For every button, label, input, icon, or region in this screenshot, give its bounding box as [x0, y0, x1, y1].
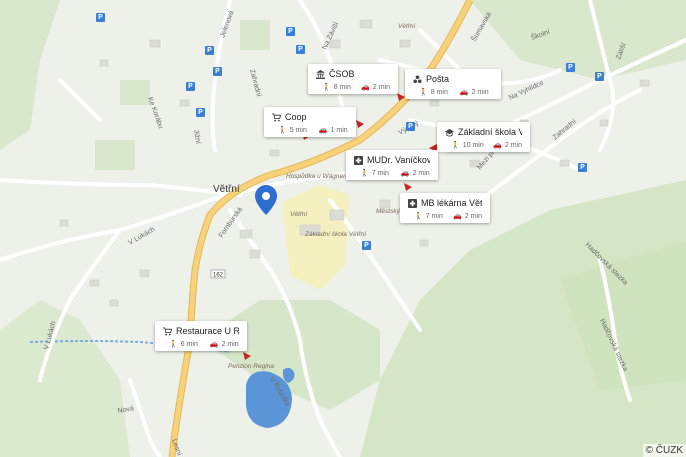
- parking-icon[interactable]: P: [196, 108, 205, 117]
- pointer-arrow-icon: [404, 183, 412, 191]
- parking-icon[interactable]: P: [205, 46, 214, 55]
- parking-icon[interactable]: P: [566, 63, 575, 72]
- walk-time: 8 min: [430, 88, 448, 96]
- walk-time: 7 min: [371, 169, 389, 177]
- poi-hospudka: Hospůdka u Wágnera: [286, 172, 349, 180]
- drive-time: 1 min: [330, 126, 348, 134]
- walk-time: 10 min: [462, 141, 484, 149]
- card-lekarna[interactable]: MB lékárna Větřní 🚶 7 min 🚗 2 min: [400, 193, 490, 223]
- poi-vetrni-sm: Větřní: [290, 211, 309, 218]
- parking-icon[interactable]: P: [213, 67, 222, 76]
- poi-ic: Větřní: [398, 23, 417, 30]
- bank-icon: [316, 69, 325, 79]
- parking-icon[interactable]: P: [595, 72, 604, 81]
- card-title: ČSOB: [329, 69, 355, 79]
- card-title: Základní škola Vě...: [458, 127, 522, 137]
- cart-icon: [163, 326, 172, 336]
- walk-icon: 🚶: [169, 341, 178, 348]
- car-icon: 🚗: [209, 341, 219, 348]
- card-posta[interactable]: Pošta 🚶 8 min 🚗 2 min: [405, 69, 501, 99]
- school-icon: [445, 128, 454, 137]
- walk-time: 5 min: [289, 126, 307, 134]
- poi-zs: Základní škola Větřní: [304, 231, 367, 238]
- car-icon: 🚗: [493, 142, 502, 149]
- green-patch: [240, 20, 270, 50]
- medical-icon: [408, 198, 417, 208]
- map-view[interactable]: Jelenová Na Záviší Šumavská Školní Na Vy…: [0, 0, 686, 457]
- walk-icon: 🚶: [322, 84, 331, 91]
- car-icon: 🚗: [459, 89, 469, 96]
- drive-time: 2 min: [221, 340, 239, 348]
- card-title: Pošta: [426, 74, 450, 84]
- cart-icon: [272, 112, 281, 122]
- card-mudr[interactable]: MUDr. Vaníčková ... 🚶 7 min 🚗 2 min: [346, 150, 438, 180]
- poi-penzion: Penzion Regina: [228, 363, 274, 370]
- drive-time: 2 min: [464, 212, 482, 220]
- drive-time: 2 min: [504, 141, 522, 149]
- medical-icon: [354, 155, 363, 165]
- car-icon: 🚗: [361, 84, 370, 91]
- card-title: Coop: [285, 112, 307, 122]
- parking-icon[interactable]: P: [286, 27, 295, 36]
- parking-icon[interactable]: P: [296, 45, 305, 54]
- car-icon: 🚗: [453, 213, 462, 220]
- walk-time: 6 min: [180, 340, 198, 348]
- walk-icon: 🚶: [278, 127, 287, 134]
- green-patch: [95, 140, 135, 170]
- drive-time: 2 min: [412, 169, 430, 177]
- parking-icon[interactable]: P: [186, 82, 195, 91]
- card-title: MB lékárna Větřní: [421, 198, 482, 208]
- pointer-arrow-icon: [243, 352, 251, 360]
- card-restaurace[interactable]: Restaurace U Reg... 🚶 6 min 🚗 2 min: [155, 321, 247, 351]
- drive-time: 2 min: [471, 88, 489, 96]
- parking-icon[interactable]: P: [96, 13, 105, 22]
- town-label: Větřní: [213, 184, 240, 195]
- card-title: MUDr. Vaníčková ...: [367, 155, 430, 165]
- pointer-arrow-icon: [397, 93, 405, 101]
- walk-icon: 🚶: [419, 89, 428, 96]
- card-title: Restaurace U Reg...: [176, 326, 239, 336]
- walk-icon: 🚶: [414, 213, 423, 220]
- location-pin-icon[interactable]: [255, 185, 277, 215]
- drive-time: 2 min: [372, 83, 390, 91]
- pointer-arrow-icon: [356, 120, 364, 128]
- green-patch: [120, 80, 150, 105]
- road-shield-label: 162: [213, 273, 224, 279]
- post-icon: [413, 74, 422, 83]
- copyright-label: © ČUZK: [642, 444, 686, 457]
- walk-icon: 🚶: [360, 170, 369, 177]
- card-zs[interactable]: Základní škola Vě... 🚶 10 min 🚗 2 min: [437, 122, 530, 152]
- parking-icon[interactable]: P: [362, 241, 371, 250]
- card-coop[interactable]: Coop 🚶 5 min 🚗 1 min: [264, 107, 356, 137]
- parking-icon[interactable]: P: [578, 163, 587, 172]
- walk-time: 8 min: [333, 83, 351, 91]
- walk-icon: 🚶: [451, 142, 460, 149]
- card-csob[interactable]: ČSOB 🚶 8 min 🚗 2 min: [308, 64, 398, 94]
- car-icon: 🚗: [400, 170, 410, 177]
- parking-icon[interactable]: P: [406, 122, 415, 131]
- walk-time: 7 min: [425, 212, 443, 220]
- car-icon: 🚗: [318, 127, 328, 134]
